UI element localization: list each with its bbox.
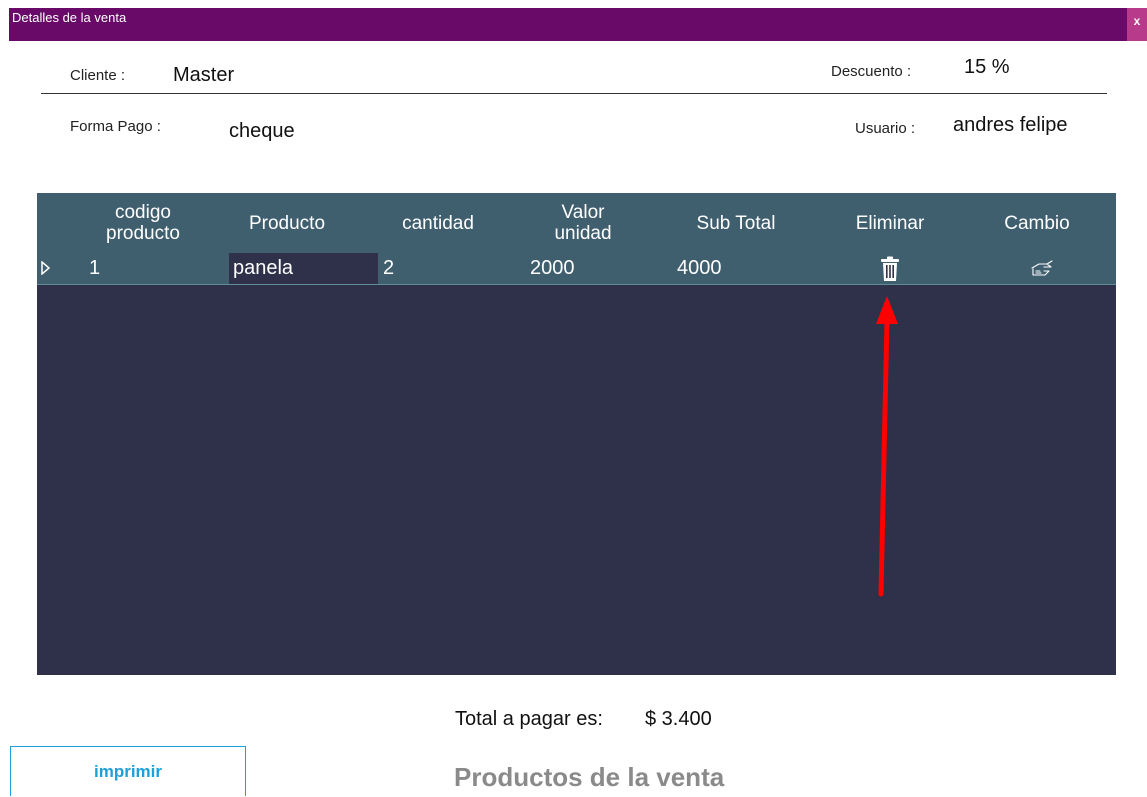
- column-header-codigo[interactable]: codigo producto: [81, 193, 205, 253]
- current-row-icon: [41, 261, 51, 275]
- window-titlebar: Detalles de la venta: [9, 8, 1127, 41]
- forma-pago-label: Forma Pago :: [70, 118, 161, 135]
- trash-icon: [881, 256, 899, 281]
- column-header-codigo-line2: producto: [106, 223, 180, 244]
- column-header-cantidad[interactable]: cantidad: [377, 193, 499, 253]
- descuento-value: 15 %: [964, 56, 1010, 78]
- change-row-button[interactable]: [1023, 253, 1063, 284]
- column-header-producto[interactable]: Producto: [227, 193, 347, 253]
- sale-details-grid[interactable]: codigo producto Producto cantidad Valor un…: [37, 193, 1116, 675]
- section-title: Productos de la venta: [454, 762, 725, 792]
- usuario-label: Usuario :: [855, 120, 916, 137]
- cell-valor-unidad[interactable]: 2000: [530, 253, 670, 284]
- forma-pago-value: cheque: [229, 120, 295, 142]
- total-value: $ 3.400: [645, 708, 712, 730]
- cliente-value: Master: [173, 64, 235, 86]
- column-header-eliminar[interactable]: Eliminar: [835, 193, 945, 253]
- cliente-label: Cliente :: [70, 67, 126, 84]
- close-button[interactable]: x: [1127, 8, 1147, 41]
- cell-producto[interactable]: panela: [229, 253, 378, 284]
- column-header-cambio[interactable]: Cambio: [987, 193, 1087, 253]
- total-label: Total a pagar es:: [455, 708, 603, 730]
- usuario-value: andres felipe: [953, 114, 1068, 136]
- column-header-valor-line1: Valor: [561, 202, 605, 223]
- column-header-codigo-line1: codigo: [114, 202, 171, 223]
- window-title: Detalles de la venta: [12, 10, 127, 25]
- hand-pointer-icon: [1031, 259, 1053, 276]
- cell-subtotal[interactable]: 4000: [677, 253, 817, 284]
- cell-cantidad[interactable]: 2: [383, 253, 523, 284]
- column-header-subtotal[interactable]: Sub Total: [673, 193, 799, 253]
- header-divider: [41, 93, 1107, 94]
- column-header-valor[interactable]: Valor unidad: [527, 193, 639, 253]
- grid-header: codigo producto Producto cantidad Valor un…: [37, 193, 1116, 253]
- imprimir-button[interactable]: imprimir: [10, 746, 246, 796]
- row-selector[interactable]: [37, 253, 69, 284]
- table-row[interactable]: 1 panela 2 2000 4000: [37, 253, 1116, 285]
- column-header-valor-line2: unidad: [554, 223, 612, 244]
- descuento-label: Descuento :: [831, 63, 912, 80]
- cell-codigo[interactable]: 1: [89, 253, 229, 284]
- delete-row-button[interactable]: [870, 253, 910, 284]
